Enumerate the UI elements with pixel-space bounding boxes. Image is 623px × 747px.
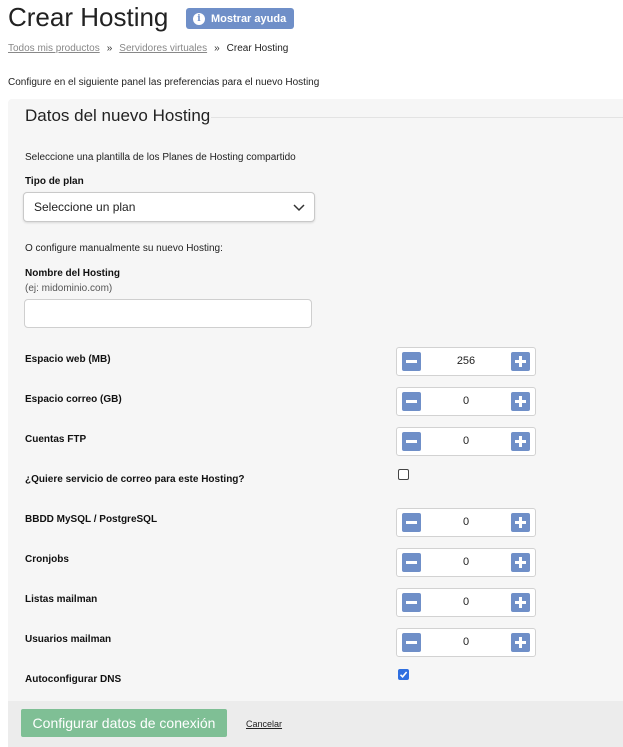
minus-icon[interactable] <box>402 593 421 612</box>
plan-type-select[interactable]: Seleccione un plan <box>23 192 315 222</box>
configure-connection-button[interactable]: Configurar datos de conexión <box>21 709 227 737</box>
auto-dns-label: Autoconfigurar DNS <box>25 674 122 685</box>
plus-icon[interactable] <box>511 633 530 652</box>
databases-stepper: 0 <box>396 508 536 537</box>
auto-dns-checkbox[interactable] <box>398 669 409 680</box>
ftp-accounts-value[interactable]: 0 <box>425 428 507 455</box>
minus-icon[interactable] <box>402 553 421 572</box>
hosting-name-example: (ej: midominio.com) <box>25 283 113 294</box>
minus-icon[interactable] <box>402 432 421 451</box>
mail-space-stepper: 0 <box>396 387 536 416</box>
mailman-lists-label: Listas mailman <box>25 594 98 605</box>
ftp-accounts-label: Cuentas FTP <box>25 434 87 445</box>
mail-service-checkbox[interactable] <box>398 469 409 480</box>
mailman-users-label: Usuarios mailman <box>25 634 112 645</box>
intro-text: Configure en el siguiente panel las pref… <box>8 77 320 88</box>
plus-icon[interactable] <box>511 513 530 532</box>
panel-title: Datos del nuevo Hosting <box>25 106 211 125</box>
mail-service-label: ¿Quiere servicio de correo para este Hos… <box>25 474 245 485</box>
plus-icon[interactable] <box>511 593 530 612</box>
databases-value[interactable]: 0 <box>425 509 507 536</box>
breadcrumb-separator: » <box>214 43 220 54</box>
mailman-lists-stepper: 0 <box>396 588 536 617</box>
plus-icon[interactable] <box>511 553 530 572</box>
plus-icon[interactable] <box>511 392 530 411</box>
info-icon: i <box>193 12 205 25</box>
plus-icon[interactable] <box>511 432 530 451</box>
plan-type-select-value: Seleccione un plan <box>34 200 136 214</box>
panel-title-divider <box>211 117 623 118</box>
minus-icon[interactable] <box>402 352 421 371</box>
mail-space-value[interactable]: 0 <box>425 388 507 415</box>
cancel-link[interactable]: Cancelar <box>246 719 282 729</box>
chevron-down-icon <box>292 200 306 217</box>
breadcrumb-current: Crear Hosting <box>226 43 289 54</box>
hosting-name-input[interactable] <box>24 299 312 328</box>
plus-icon[interactable] <box>511 352 530 371</box>
ftp-accounts-stepper: 0 <box>396 427 536 456</box>
show-help-label: Mostrar ayuda <box>211 12 287 25</box>
plan-type-label: Tipo de plan <box>25 176 84 187</box>
web-space-label: Espacio web (MB) <box>25 354 111 365</box>
checkmark-icon <box>399 671 408 678</box>
mail-space-label: Espacio correo (GB) <box>25 394 122 405</box>
databases-label: BBDD MySQL / PostgreSQL <box>25 514 158 525</box>
page-title: Crear Hosting <box>8 2 169 32</box>
mailman-users-value[interactable]: 0 <box>425 629 507 656</box>
mailman-lists-value[interactable]: 0 <box>425 589 507 616</box>
web-space-stepper: 256 <box>396 347 536 376</box>
minus-icon[interactable] <box>402 392 421 411</box>
manual-config-hint: O configure manualmente su nuevo Hosting… <box>25 243 223 254</box>
minus-icon[interactable] <box>402 513 421 532</box>
cronjobs-value[interactable]: 0 <box>425 549 507 576</box>
cronjobs-label: Cronjobs <box>25 554 69 565</box>
breadcrumb-separator: » <box>106 43 113 54</box>
breadcrumb-virtual-servers[interactable]: Servidores virtuales <box>119 43 207 54</box>
web-space-value[interactable]: 256 <box>425 348 507 375</box>
minus-icon[interactable] <box>402 633 421 652</box>
breadcrumb: Todos mis productos » Servidores virtuales… <box>8 43 288 54</box>
show-help-button[interactable]: i Mostrar ayuda <box>186 8 295 29</box>
cronjobs-stepper: 0 <box>396 548 536 577</box>
breadcrumb-all-products[interactable]: Todos mis productos <box>8 43 100 54</box>
hosting-name-label: Nombre del Hosting <box>25 268 121 279</box>
mailman-users-stepper: 0 <box>396 628 536 657</box>
template-hint: Seleccione una plantilla de los Planes d… <box>25 152 296 163</box>
